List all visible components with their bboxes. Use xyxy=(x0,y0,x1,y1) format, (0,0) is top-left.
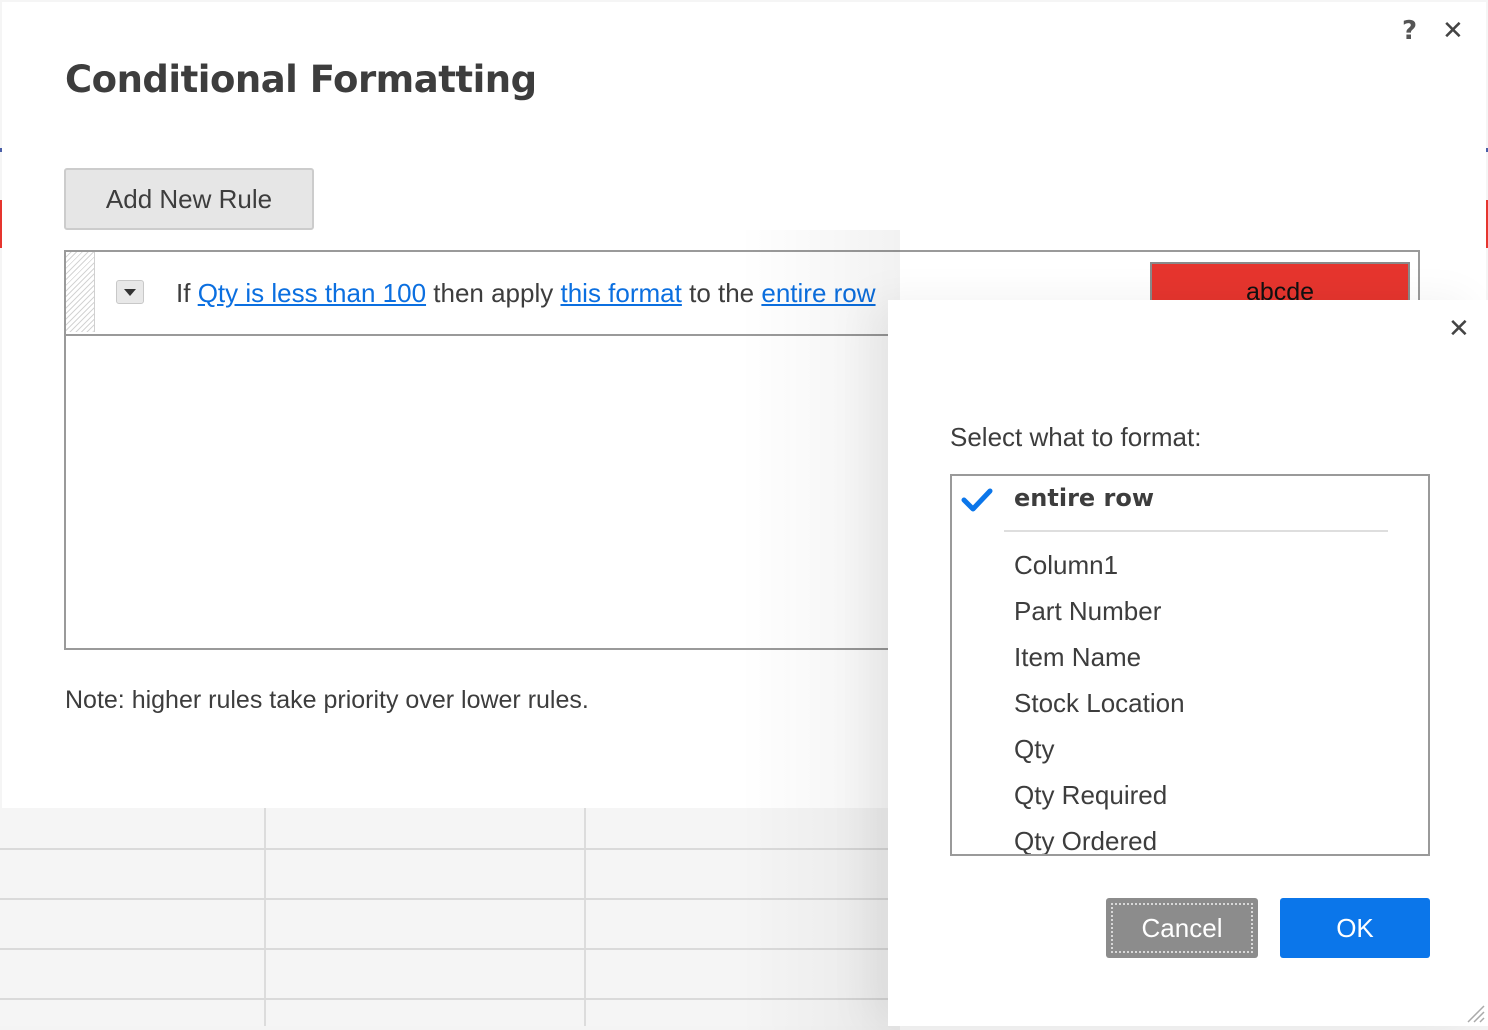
sheet-column-line xyxy=(584,808,586,1026)
list-item[interactable]: Part Number xyxy=(1014,596,1161,627)
sheet-row-line xyxy=(0,998,890,1000)
help-icon[interactable]: ? xyxy=(1402,16,1417,46)
list-item[interactable]: Column1 xyxy=(1014,550,1118,581)
priority-note: Note: higher rules take priority over lo… xyxy=(65,686,589,714)
sheet-row-line xyxy=(0,948,890,950)
format-target-list[interactable]: entire row Column1 Part Number Item Name… xyxy=(950,474,1430,856)
list-item[interactable]: Qty xyxy=(1014,734,1054,765)
list-item[interactable]: Item Name xyxy=(1014,642,1141,673)
dialog-title: Conditional Formatting xyxy=(65,58,537,101)
ok-button[interactable]: OK xyxy=(1280,898,1430,958)
list-separator xyxy=(1004,530,1388,532)
rule-middle-text: then apply xyxy=(433,278,554,308)
list-item[interactable]: Stock Location xyxy=(1014,688,1185,719)
list-item[interactable]: Qty Required xyxy=(1014,780,1167,811)
rule-condition-link[interactable]: Qty is less than 100 xyxy=(198,278,426,308)
resize-grip-icon[interactable] xyxy=(1462,1000,1486,1024)
sheet-column-line xyxy=(264,808,266,1026)
checkmark-icon xyxy=(961,488,993,512)
list-item-selected[interactable]: entire row xyxy=(1014,484,1154,512)
add-new-rule-button[interactable]: Add New Rule xyxy=(64,168,314,230)
list-item[interactable]: Qty Ordered xyxy=(1014,826,1157,854)
close-icon[interactable]: ✕ xyxy=(1448,314,1470,344)
chevron-down-icon xyxy=(124,288,136,296)
cancel-button[interactable]: Cancel xyxy=(1106,898,1258,958)
drag-handle[interactable] xyxy=(66,252,95,332)
rule-description: If Qty is less than 100 then apply this … xyxy=(176,278,876,309)
select-format-target-dialog: ✕ Select what to format: entire row Colu… xyxy=(888,300,1488,1026)
sheet-row-line xyxy=(0,898,890,900)
close-icon[interactable]: ✕ xyxy=(1442,16,1464,46)
select-target-label: Select what to format: xyxy=(950,422,1202,452)
rule-target-link[interactable]: entire row xyxy=(761,278,875,308)
rule-menu-button[interactable] xyxy=(116,280,144,304)
rule-suffix-text: to the xyxy=(689,278,755,308)
rule-format-link[interactable]: this format xyxy=(560,278,681,308)
sheet-row-line xyxy=(0,848,890,850)
rule-prefix: If xyxy=(176,278,191,308)
